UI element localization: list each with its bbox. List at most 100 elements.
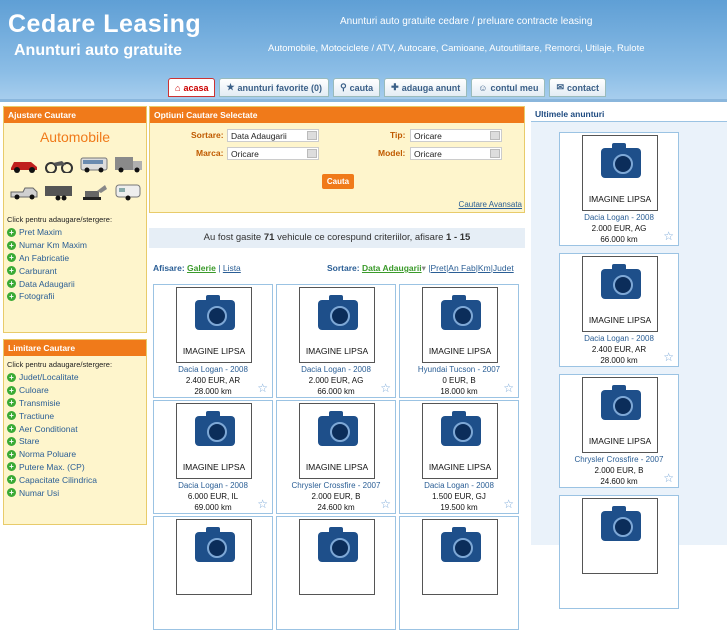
filter-option[interactable]: + Data Adaugarii <box>4 277 146 290</box>
listing-image[interactable] <box>422 519 498 595</box>
filter-option[interactable]: + Numar Usi <box>4 486 146 499</box>
nav-tab-3[interactable]: ✚ adauga anunt <box>384 78 468 97</box>
nav-tab-5[interactable]: ✉ contact <box>549 78 607 97</box>
favorite-star-icon[interactable]: ☆ <box>257 497 268 511</box>
listing-km: 66.000 km <box>600 235 638 244</box>
sort-select[interactable]: Data Adaugarii <box>227 129 319 142</box>
listing-card[interactable] <box>153 516 273 630</box>
model-select[interactable]: Oricare <box>410 147 502 160</box>
favorite-star-icon[interactable]: ☆ <box>380 497 391 511</box>
make-select[interactable]: Oricare <box>227 147 319 160</box>
advanced-search-link[interactable]: Cautare Avansata <box>459 200 522 209</box>
sort-option-link[interactable]: |Km <box>476 263 491 273</box>
listing-card[interactable]: IMAGINE LIPSA Chrysler Crossfire - 2007 2.… <box>276 400 396 514</box>
filter-option[interactable]: + Pret Maxim <box>4 226 146 239</box>
filter-option[interactable]: + Aer Conditionat <box>4 422 146 435</box>
trailer-icon[interactable] <box>44 183 74 201</box>
listing-title[interactable]: Dacia Logan - 2008 <box>154 481 272 490</box>
filter-option[interactable]: + Fotografii <box>4 290 146 303</box>
filter-option[interactable]: + Carburant <box>4 264 146 277</box>
listing-title[interactable]: Dacia Logan - 2008 <box>560 334 678 343</box>
filter-option[interactable]: + Putere Max. (CP) <box>4 461 146 474</box>
limit-search-panel: Limitare Cautare Click pentru adaugare/s… <box>3 339 147 525</box>
pickup-icon[interactable] <box>9 183 39 201</box>
listing-title[interactable]: Dacia Logan - 2008 <box>154 365 272 374</box>
favorite-star-icon[interactable]: ☆ <box>503 381 514 395</box>
favorite-star-icon[interactable]: ☆ <box>503 497 514 511</box>
listing-title[interactable]: Chrysler Crossfire - 2007 <box>277 481 395 490</box>
filter-option[interactable]: + Transmisie <box>4 397 146 410</box>
caravan-icon[interactable] <box>114 183 144 201</box>
favorite-star-icon[interactable]: ☆ <box>380 381 391 395</box>
listing-image[interactable] <box>176 519 252 595</box>
favorite-star-icon[interactable]: ☆ <box>663 229 674 243</box>
favorite-star-icon[interactable]: ☆ <box>257 381 268 395</box>
filter-option[interactable]: + Tractiune <box>4 409 146 422</box>
listing-title[interactable]: Chrysler Crossfire - 2007 <box>560 455 678 464</box>
sort-option-link[interactable]: |Judet <box>491 263 514 273</box>
nav-tab-4[interactable]: ☺ contul meu <box>471 78 546 97</box>
listing-image[interactable]: IMAGINE LIPSA <box>582 377 658 453</box>
listing-title[interactable]: Dacia Logan - 2008 <box>400 481 518 490</box>
camera-icon <box>195 295 235 330</box>
motorcycle-icon[interactable] <box>44 155 74 173</box>
excavator-icon[interactable] <box>79 183 109 201</box>
listing-card[interactable]: IMAGINE LIPSA Dacia Logan - 2008 2.000 EUR… <box>276 284 396 398</box>
listing-title[interactable]: Hyundai Tucson - 2007 <box>400 365 518 374</box>
category-title[interactable]: Automobile <box>4 129 146 145</box>
sort-date-link[interactable]: Data Adaugarii <box>362 263 422 273</box>
plus-icon: + <box>7 266 16 276</box>
limit-click-hint: Click pentru adaugare/stergere: <box>7 360 113 369</box>
filter-option[interactable]: + Capacitate Cilindrica <box>4 473 146 486</box>
listing-image[interactable]: IMAGINE LIPSA <box>176 287 252 363</box>
plus-icon: + <box>7 291 16 301</box>
sort-select-value: Data Adaugarii <box>231 131 287 141</box>
listing-image[interactable]: IMAGINE LIPSA <box>582 256 658 332</box>
gallery-view-link[interactable]: Galerie <box>187 263 216 273</box>
listing-card[interactable] <box>399 516 519 630</box>
site-logo[interactable]: Cedare Leasing <box>8 10 201 39</box>
listing-card[interactable]: IMAGINE LIPSA Dacia Logan - 2008 2.000 EUR… <box>559 132 679 246</box>
nav-tab-2[interactable]: ⚲ cauta <box>333 78 381 97</box>
listing-card[interactable]: IMAGINE LIPSA Hyundai Tucson - 2007 0 EUR,… <box>399 284 519 398</box>
listing-image[interactable]: IMAGINE LIPSA <box>299 403 375 479</box>
filter-option-label: Numar Km Maxim <box>19 240 88 251</box>
filter-option[interactable]: + Culoare <box>4 384 146 397</box>
listing-card[interactable]: IMAGINE LIPSA Dacia Logan - 2008 1.500 EUR… <box>399 400 519 514</box>
filter-option[interactable]: + Judet/Localitate <box>4 371 146 384</box>
nav-tab-label: acasa <box>183 82 209 93</box>
listing-card[interactable]: IMAGINE LIPSA Chrysler Crossfire - 2007 2.… <box>559 374 679 488</box>
listing-card[interactable] <box>559 495 679 609</box>
sort-option-link[interactable]: |Pret <box>428 263 446 273</box>
listing-title[interactable]: Dacia Logan - 2008 <box>277 365 395 374</box>
favorite-star-icon[interactable]: ☆ <box>663 471 674 485</box>
listing-image[interactable] <box>299 519 375 595</box>
car-icon[interactable] <box>9 155 39 173</box>
listing-image[interactable]: IMAGINE LIPSA <box>422 287 498 363</box>
listing-image[interactable] <box>582 498 658 574</box>
chevron-down-icon <box>490 131 500 140</box>
nav-tab-1[interactable]: ★ anunturi favorite (0) <box>219 78 330 97</box>
filter-option[interactable]: + Norma Poluare <box>4 448 146 461</box>
filter-option[interactable]: + Numar Km Maxim <box>4 239 146 252</box>
truck-icon[interactable] <box>114 155 144 173</box>
list-view-link[interactable]: Lista <box>223 263 241 273</box>
listing-image[interactable]: IMAGINE LIPSA <box>299 287 375 363</box>
sort-option-link[interactable]: |An Fab <box>446 263 476 273</box>
listing-card[interactable]: IMAGINE LIPSA Dacia Logan - 2008 2.400 EUR… <box>559 253 679 367</box>
favorite-star-icon[interactable]: ☆ <box>663 350 674 364</box>
listing-card[interactable] <box>276 516 396 630</box>
listing-card[interactable]: IMAGINE LIPSA Dacia Logan - 2008 2.400 EUR… <box>153 284 273 398</box>
type-select[interactable]: Oricare <box>410 129 502 142</box>
listing-image[interactable]: IMAGINE LIPSA <box>176 403 252 479</box>
bus-icon[interactable] <box>79 155 109 173</box>
listing-image[interactable]: IMAGINE LIPSA <box>422 403 498 479</box>
listing-card[interactable]: IMAGINE LIPSA Dacia Logan - 2008 6.000 EUR… <box>153 400 273 514</box>
filter-option[interactable]: + An Fabricatie <box>4 252 146 265</box>
listing-title[interactable]: Dacia Logan - 2008 <box>560 213 678 222</box>
listing-image[interactable]: IMAGINE LIPSA <box>582 135 658 211</box>
search-button[interactable]: Cauta <box>322 174 354 189</box>
filter-option[interactable]: + Stare <box>4 435 146 448</box>
nav-tab-0[interactable]: ⌂ acasa <box>168 78 216 97</box>
sort-bar-label: Sortare: <box>327 263 360 273</box>
